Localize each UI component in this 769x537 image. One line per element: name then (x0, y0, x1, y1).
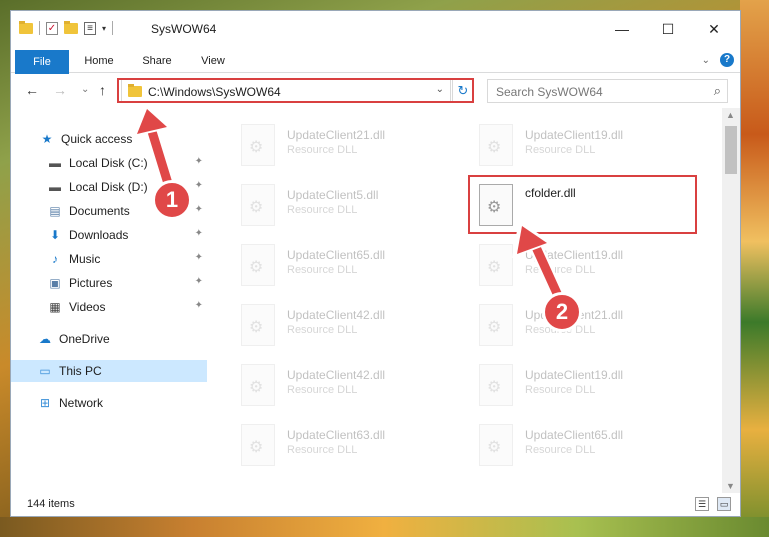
annotation-arrows (132, 103, 567, 307)
arrow-1 (132, 103, 177, 197)
step-marker-2: 2 (542, 292, 582, 332)
step-marker-1: 1 (152, 180, 192, 220)
arrow-2 (512, 220, 567, 307)
